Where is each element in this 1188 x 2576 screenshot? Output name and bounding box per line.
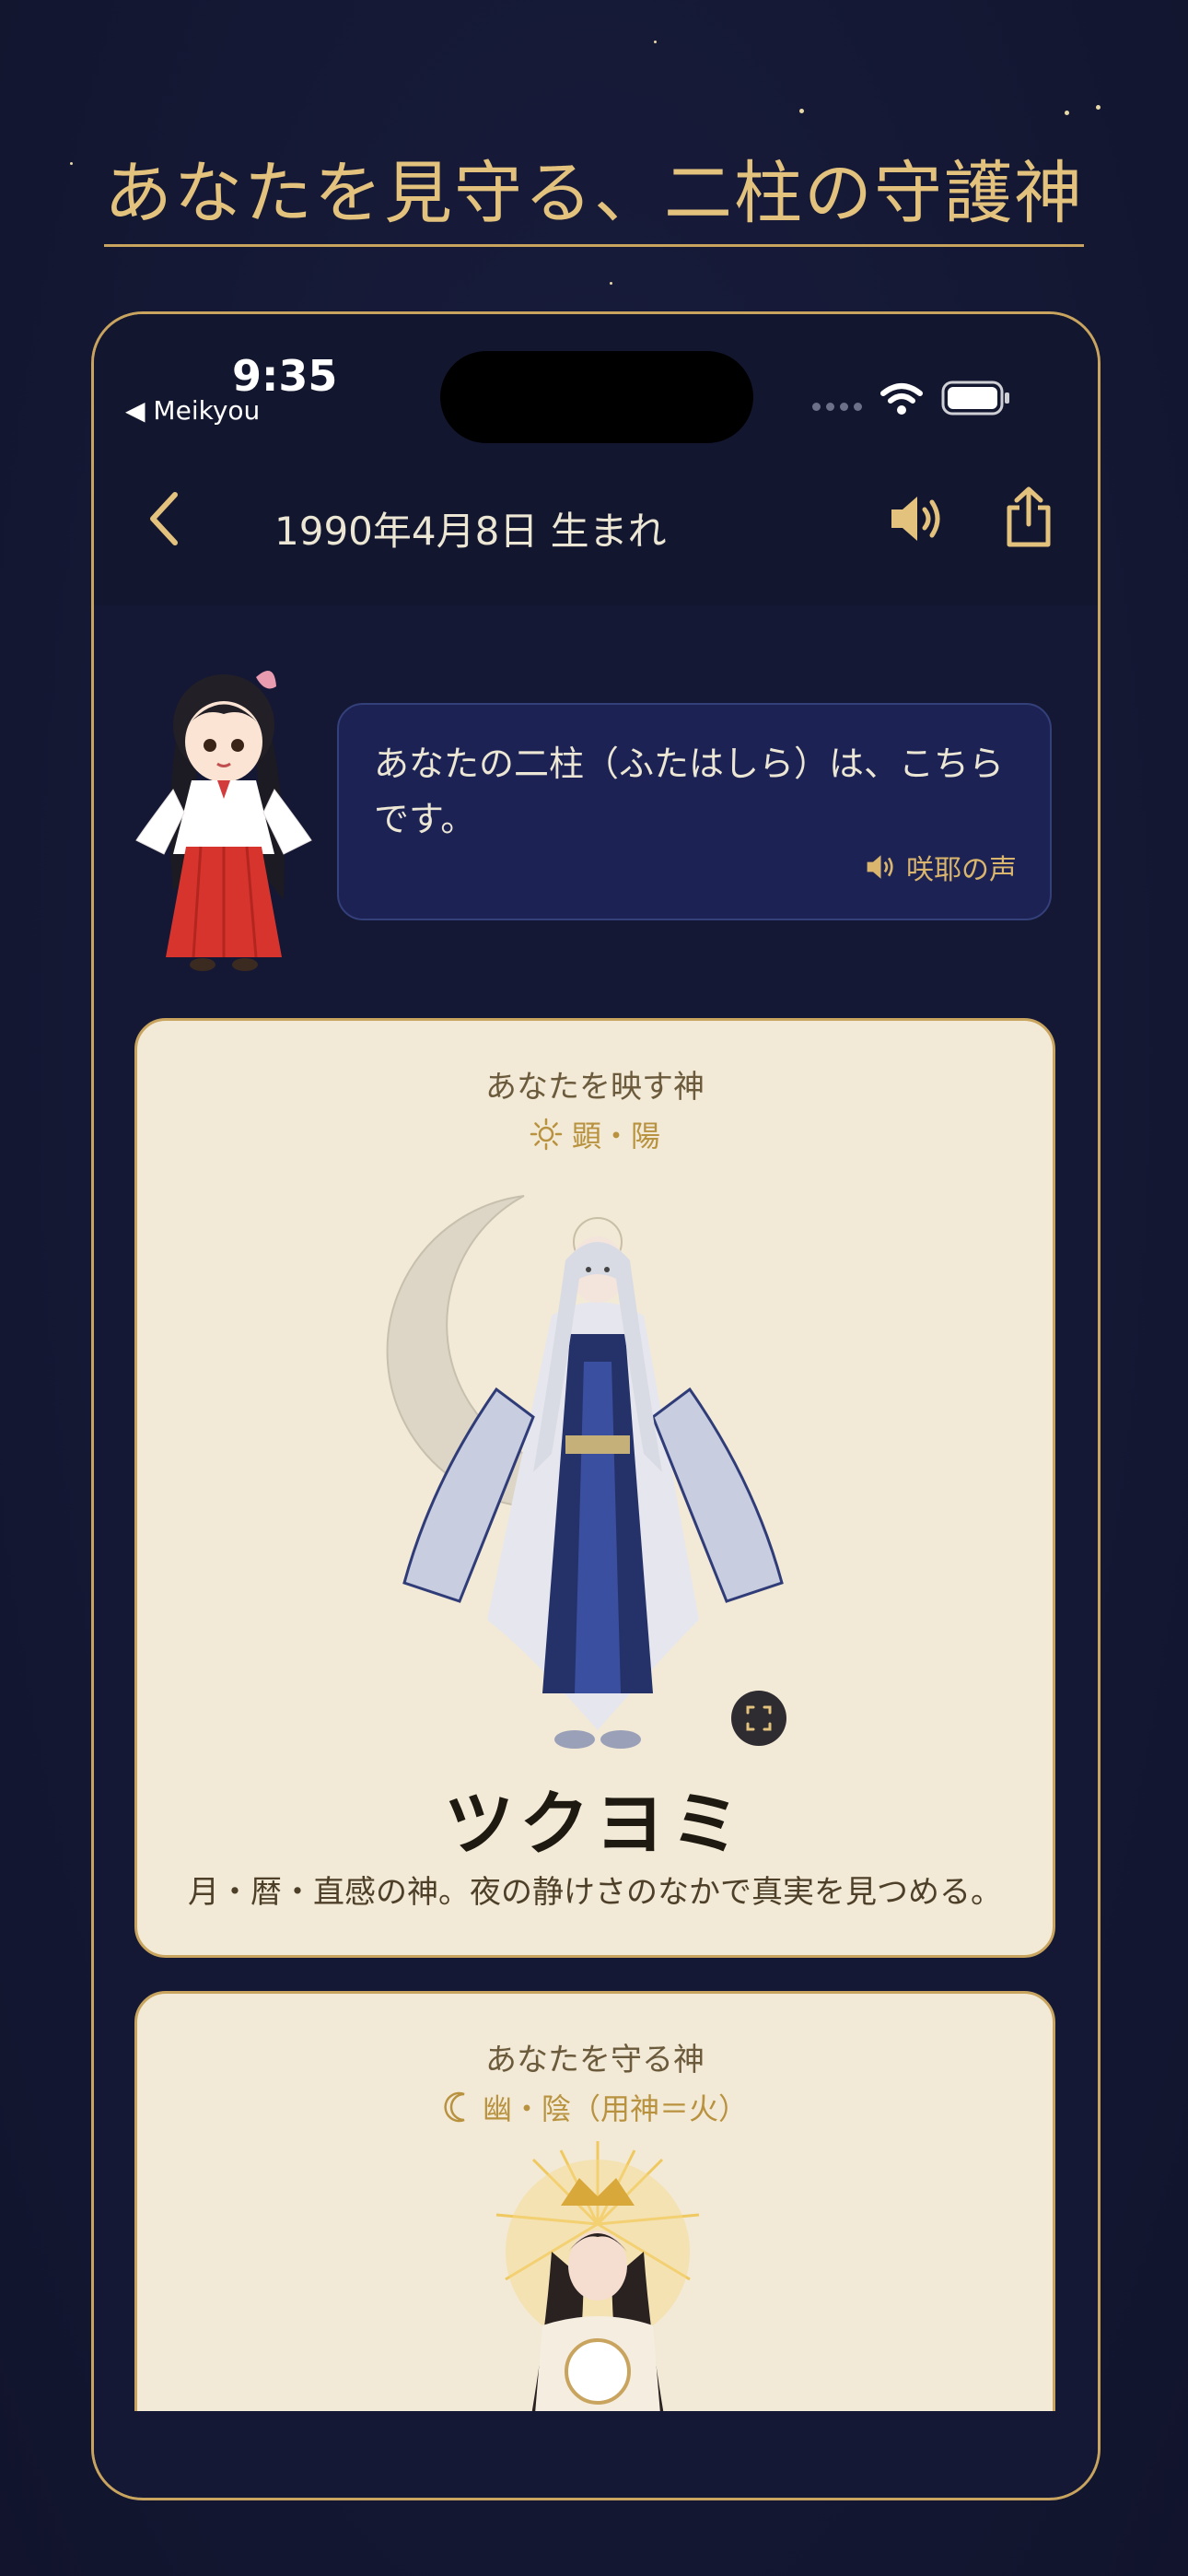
scroll-fade bbox=[94, 2411, 1098, 2498]
deity-card-reflecting[interactable]: あなたを映す神 顕・陽 ツクヨミ 月・暦・直感の神。夜の静けさのなかで真実を見つ… bbox=[134, 1018, 1055, 1958]
star-decoration bbox=[610, 282, 612, 285]
status-time: 9:35 bbox=[232, 351, 338, 401]
speech-bubble: あなたの二柱（ふたはしら）は、こちらです。 咲耶の声 bbox=[337, 703, 1052, 920]
card-tag: 顕・陽 bbox=[137, 1113, 1053, 1155]
crescent-moon-icon bbox=[444, 2091, 465, 2123]
deity-name: ツクヨミ bbox=[444, 1783, 746, 1865]
cellular-signal-icon bbox=[812, 403, 862, 411]
sun-icon bbox=[530, 1118, 563, 1151]
page-title: 1990年4月8日 生まれ bbox=[274, 509, 667, 554]
tsukuyomi-illustration[interactable] bbox=[386, 1177, 809, 1767]
star-decoration bbox=[1096, 105, 1101, 110]
promo-page: あなたを見守る、二柱の守護神 9:35 ◀ Meikyou 1990年4月8日 … bbox=[0, 0, 1188, 2576]
bubble-text: あなたの二柱（ふたはしら）は、こちらです。 bbox=[374, 744, 1005, 839]
star-decoration bbox=[1065, 111, 1069, 115]
card-subtitle: あなたを守る神 bbox=[485, 2042, 705, 2078]
card-tag-text: 顕・陽 bbox=[571, 1118, 660, 1153]
speaker-icon[interactable] bbox=[886, 491, 947, 546]
status-bar: 9:35 ◀ Meikyou bbox=[94, 314, 1098, 443]
expand-image-button[interactable] bbox=[731, 1691, 786, 1746]
battery-icon bbox=[941, 381, 1009, 416]
deity-description: 月・暦・直感の神。夜の静けさのなかで真実を見つめる。 bbox=[188, 1874, 1002, 1911]
phone-frame: 9:35 ◀ Meikyou 1990年4月8日 生まれ あなたの二柱（ふたはし… bbox=[91, 311, 1101, 2500]
share-icon[interactable] bbox=[1004, 486, 1054, 550]
shrine-maiden-avatar bbox=[135, 670, 312, 971]
back-chevron-icon[interactable] bbox=[146, 489, 182, 548]
headline: あなたを見守る、二柱の守護神 bbox=[0, 138, 1188, 247]
voice-label: 咲耶の声 bbox=[906, 854, 1017, 886]
star-decoration bbox=[654, 41, 657, 43]
back-to-app-link[interactable]: ◀ Meikyou bbox=[125, 395, 260, 426]
speaker-icon bbox=[867, 855, 893, 879]
wifi-icon bbox=[880, 383, 923, 415]
voice-play-button[interactable]: 咲耶の声 bbox=[864, 847, 1017, 887]
dynamic-island bbox=[440, 351, 753, 443]
navigation-bar: 1990年4月8日 生まれ bbox=[94, 443, 1098, 605]
card-tag-text: 幽・陰（用神＝火） bbox=[482, 2091, 748, 2126]
card-tag: 幽・陰（用神＝火） bbox=[137, 2086, 1053, 2128]
expand-icon bbox=[746, 1705, 772, 1731]
star-decoration bbox=[799, 109, 804, 113]
card-subtitle: あなたを映す神 bbox=[485, 1069, 705, 1106]
